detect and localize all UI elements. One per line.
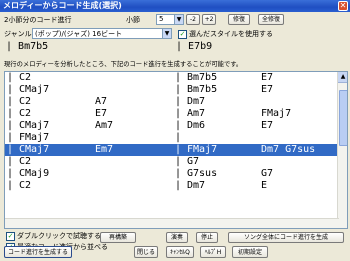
row-chord-cell: E7 [261,84,274,95]
bar-divider: | [7,144,14,155]
minus2-button[interactable]: -2 [186,14,200,25]
row-chord-cell: G7 [187,156,200,167]
bar-divider: | [7,84,14,95]
bar-divider: | [175,108,182,119]
fix-all-button[interactable]: 全修復 [258,14,284,25]
row-chord-cell: Em7 [95,144,114,155]
regenerate-button[interactable]: 再構築 [100,232,136,243]
checkbox-icon[interactable]: ✓ [6,231,15,241]
chord-progression-list[interactable]: C2 | Bm7b5 | E7 CMaj7 | Bm7b5 | E7 C2 | A7 Dm7 | C2 | E7 A… [4,71,348,229]
close-button[interactable]: 閉じる [134,246,158,258]
stop-button[interactable]: 停止 [196,232,218,243]
table-row[interactable]: CMaj9 | G7sus | G7 [5,168,347,180]
genre-label: ジャンル [4,30,32,38]
row-chord-cell: C2 [19,96,32,107]
close-icon[interactable]: ✕ [338,1,348,11]
scroll-up-icon[interactable]: ▲ [338,72,347,83]
table-row[interactable]: CMaj7 | Bm7b5 | E7 [5,84,347,96]
dbl-click-checkbox[interactable]: ✓ ダブルクリックで試聴する [6,231,101,241]
plus2-button[interactable]: +2 [202,14,216,25]
measure-label: 小節 [126,16,140,24]
table-row[interactable]: C2 | E7 Am7 | FMaj7 [5,108,347,120]
row-chord-cell: E7 [95,108,108,119]
row-chord-cell: C2 [19,156,32,167]
table-row[interactable]: FMaj7 | | [5,132,347,144]
row-chord-cell: C2 [19,180,32,191]
checkbox-icon[interactable]: ✓ [178,29,187,39]
bar-divider: | [7,156,14,167]
apply-style-label: 選んだスタイルを使用する [189,30,273,38]
vertical-scrollbar[interactable]: ▲ [337,72,347,228]
bar-divider: | [7,96,14,107]
row-chord-cell: FMaj7 [187,144,218,155]
list-rows: C2 | Bm7b5 | E7 CMaj7 | Bm7b5 | E7 C2 | A7 Dm7 | C2 | E7 A… [5,72,347,192]
apply-style-checkbox[interactable]: ✓ 選んだスタイルを使用する [178,29,273,39]
song-generate-button[interactable]: ソング全体にコード進行を生成 [228,232,344,243]
chord-per-bar-label: 2小節分のコード進行 [4,16,72,24]
fix-button[interactable]: 修復 [228,14,250,25]
bar-divider: | [7,168,14,179]
row-chord-cell: Am7 [187,108,206,119]
row-chord-cell: E7 [261,72,274,83]
horizontal-scrollbar[interactable] [5,218,339,228]
bar-divider: | [7,132,14,143]
chevron-down-icon[interactable]: ▼ [174,15,183,24]
bar-divider: | [175,180,182,191]
bar-divider: | [175,168,182,179]
bar-divider: | [175,132,182,143]
table-row[interactable]: CMaj7 | Em7 FMaj7 | Dm7 G7sus [5,144,347,156]
defaults-button[interactable]: 初期設定 [232,246,268,258]
table-row[interactable]: C2 | G7 | [5,156,347,168]
dbl-click-label: ダブルクリックで試聴する [17,232,101,240]
chevron-down-icon[interactable]: ▼ [162,29,171,38]
current-chord-bar2: | E7b9 [176,41,213,52]
table-row[interactable]: CMaj7 | Am7 Dm6 | E7 [5,120,347,132]
row-chord-cell: FMaj7 [261,108,292,119]
row-chord-cell: E7 [261,120,274,131]
bar-divider: | [175,72,182,83]
row-chord-cell: FMaj7 [19,132,50,143]
table-row[interactable]: C2 | Dm7 | E [5,180,347,192]
row-chord-cell: Bm7b5 [187,84,218,95]
bar-divider: | [175,144,182,155]
bar-divider: | [7,180,14,191]
row-chord-cell: E [261,180,268,191]
row-chord-cell: Am7 [95,120,114,131]
genre-value: (ポップ)/(ジャズ) 16ビート [35,30,123,38]
bar-divider: | [175,156,182,167]
scroll-thumb[interactable] [339,90,347,146]
help-button[interactable]: ﾍﾙﾌﾟH [200,246,226,258]
current-chord-bar1: | Bm7b5 [6,41,49,52]
table-row[interactable]: C2 | Bm7b5 | E7 [5,72,347,84]
window-title: メロディーからコード生成(選択) [0,0,350,12]
play-button[interactable]: 演奏 [166,232,188,243]
measure-select[interactable]: 5 ▼ [156,14,184,25]
row-chord-cell: Dm7 [187,180,206,191]
row-chord-cell: CMaj7 [19,84,50,95]
row-chord-cell: Dm7 [187,96,206,107]
generate-button[interactable]: コード進行を生成する [4,246,72,258]
bar-divider: | [175,120,182,131]
bar-divider: | [7,72,14,83]
bar-divider: | [175,96,182,107]
cancel-button[interactable]: ｷｬﾝｾﾙQ [166,246,194,258]
bar-divider: | [7,120,14,131]
row-chord-cell: CMaj7 [19,120,50,131]
measure-value: 5 [159,15,164,23]
row-chord-cell: G7sus [187,168,218,179]
info-text: 現行のメロディーを分析したところ、下記のコード進行を生成することが可能です。 [4,61,243,68]
row-chord-cell: CMaj7 [19,144,50,155]
genre-select[interactable]: (ポップ)/(ジャズ) 16ビート ▼ [32,28,172,39]
row-chord-cell: Bm7b5 [187,72,218,83]
table-row[interactable]: C2 | A7 Dm7 | [5,96,347,108]
bar-divider: | [7,108,14,119]
row-chord-cell: CMaj9 [19,168,50,179]
row-chord-cell: Dm7 G7sus [261,144,316,155]
bar-divider: | [175,84,182,95]
row-chord-cell: Dm6 [187,120,206,131]
row-chord-cell: C2 [19,72,32,83]
row-chord-cell: C2 [19,108,32,119]
row-chord-cell: A7 [95,96,108,107]
row-chord-cell: G7 [261,168,274,179]
